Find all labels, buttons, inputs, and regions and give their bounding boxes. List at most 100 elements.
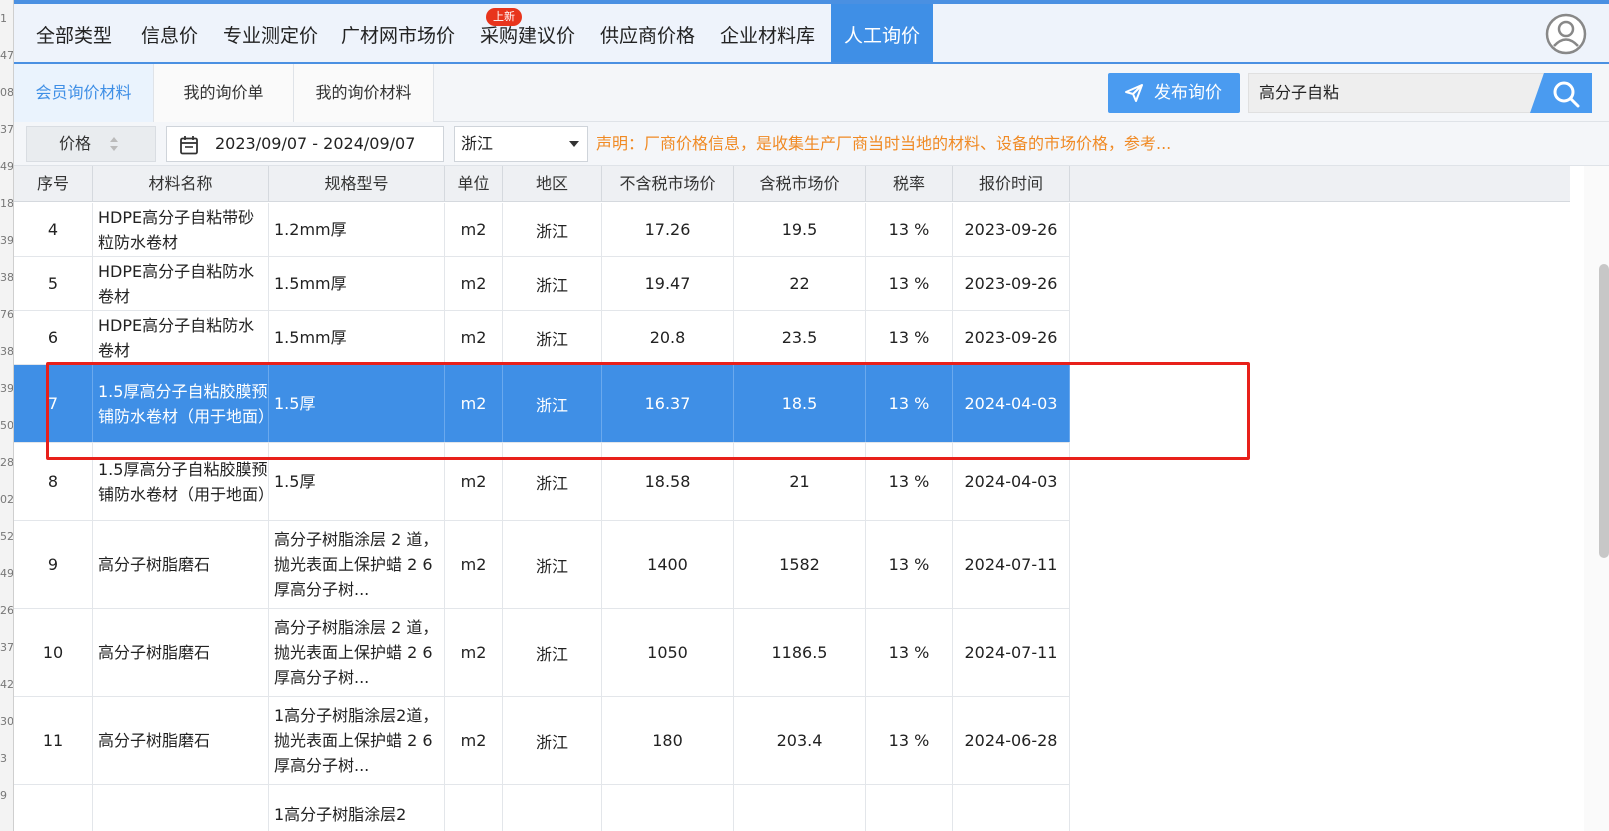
edge-number: 3 (0, 752, 7, 765)
edge-number: 39 (0, 382, 14, 395)
date-range-value: 2023/09/07 - 2024/09/07 (215, 134, 416, 153)
sub-tab-bar: 会员询价材料 我的询价单 我的询价材料 发布询价 高分子自粘 (14, 64, 1609, 122)
cell-spec: 1.5mm厚 (269, 257, 445, 310)
cell-no: 7 (14, 365, 93, 442)
price-sort-button[interactable]: 价格 (26, 126, 156, 162)
cell-price-ex-tax: 19.47 (602, 257, 734, 310)
cell-price-ex-tax: 180 (602, 697, 734, 784)
header-col-price-in-tax[interactable]: 含税市场价 (734, 166, 866, 202)
cell-region: 浙江 (503, 257, 602, 310)
cell-price-ex-tax: 18.58 (602, 443, 734, 520)
edge-number: 18 (0, 197, 14, 210)
cell-no: 4 (14, 203, 93, 256)
cell-price-in-tax: 21 (734, 443, 866, 520)
calendar-icon (180, 136, 198, 155)
cell-quote-date: 2023-09-26 (953, 257, 1070, 310)
tab-info-price[interactable]: 信息价 (141, 4, 203, 62)
cell-spec: 1.5厚 (269, 443, 445, 520)
cell-no: 6 (14, 311, 93, 364)
header-col-no[interactable]: 序号 (14, 166, 93, 202)
edge-number: 38 (0, 271, 14, 284)
subtab-my-inquiry-materials[interactable]: 我的询价材料 (294, 64, 434, 122)
date-range-picker[interactable]: 2023/09/07 - 2024/09/07 (166, 126, 444, 162)
table-row[interactable]: 10 高分子树脂磨石 高分子树脂涂层 2 道，抛光表面上保护蜡 2 6 厚高分子树.… (14, 609, 1070, 697)
publish-inquiry-button[interactable]: 发布询价 (1108, 73, 1240, 113)
cell-no: 9 (14, 521, 93, 608)
cell-unit: m2 (445, 311, 503, 364)
cell-price-in-tax: 18.5 (734, 365, 866, 442)
cell-region: 浙江 (503, 203, 602, 256)
edge-number: 9 (0, 789, 7, 802)
tab-manual-inquiry[interactable]: 人工询价 (831, 4, 933, 62)
header-col-spec[interactable]: 规格型号 (269, 166, 445, 202)
edge-number: 37 (0, 123, 14, 136)
sort-icon (110, 137, 118, 151)
cell-quote-date: 2023-09-26 (953, 311, 1070, 364)
edge-number: 1 (0, 12, 7, 25)
header-col-quote-date[interactable]: 报价时间 (953, 166, 1070, 202)
edge-number: 02 (0, 493, 14, 506)
header-col-region[interactable]: 地区 (503, 166, 602, 202)
table-row[interactable]: 4 HDPE高分子自粘带砂粒防水卷材 1.2mm厚 m2 浙江 17.26 19.5 13 %… (14, 203, 1070, 257)
table-row[interactable]: 9 高分子树脂磨石 高分子树脂涂层 2 道，抛光表面上保护蜡 2 6 厚高分子树..… (14, 521, 1070, 609)
tab-all-types[interactable]: 全部类型 (36, 4, 120, 62)
results-table: 序号 材料名称 规格型号 单位 地区 不含税市场价 含税市场价 税率 报价时间 4 HDPE高分子… (14, 166, 1584, 831)
new-badge: 上新 (486, 8, 522, 26)
publish-inquiry-label: 发布询价 (1154, 83, 1222, 103)
cell-material-name: 1.5厚高分子自粘胶膜预铺防水卷材（用于地面） (93, 443, 274, 520)
left-edge-strip: 1 47 08 37 49 18 39 38 76 38 39 50 28 02 52 49 26 37 42 30 3… (0, 0, 14, 831)
edge-number: 76 (0, 308, 14, 321)
cell-spec: 1.2mm厚 (269, 203, 445, 256)
cell-spec: 高分子树脂涂层 2 道，抛光表面上保护蜡 2 6 厚高分子树... (269, 521, 445, 608)
edge-number: 28 (0, 456, 14, 469)
table-row[interactable]: 1高分子树脂涂层2 (14, 785, 1070, 831)
cell-no: 10 (14, 609, 93, 696)
cell-region (503, 785, 602, 831)
edge-number: 52 (0, 530, 14, 543)
cell-unit: m2 (445, 365, 503, 442)
edge-number: 08 (0, 86, 14, 99)
table-row[interactable]: 5 HDPE高分子自粘防水卷材 1.5mm厚 m2 浙江 19.47 22 13 % 2023-… (14, 257, 1070, 311)
tab-gcw-market-price[interactable]: 广材网市场价 (341, 4, 465, 62)
cell-material-name: HDPE高分子自粘防水卷材 (93, 257, 269, 310)
edge-number: 49 (0, 160, 14, 173)
subtab-my-inquiry-orders[interactable]: 我的询价单 (154, 64, 294, 122)
scrollbar-thumb[interactable] (1599, 264, 1609, 558)
tab-professional-price[interactable]: 专业测定价 (223, 4, 327, 62)
price-sort-label: 价格 (59, 134, 92, 153)
table-row[interactable]: 11 高分子树脂磨石 1高分子树脂涂层2道，抛光表面上保护蜡 2 6厚高分子树...… (14, 697, 1070, 785)
cell-no: 5 (14, 257, 93, 310)
header-col-unit[interactable]: 单位 (445, 166, 503, 202)
region-select[interactable]: 浙江 (454, 126, 588, 162)
cell-unit: m2 (445, 257, 503, 310)
cell-price-ex-tax: 1400 (602, 521, 734, 608)
top-nav: 全部类型 信息价 专业测定价 广材网市场价 采购建议价 上新 供应商价格 企业材… (14, 0, 1609, 64)
cell-spec: 1.5mm厚 (269, 311, 445, 364)
header-col-price-ex-tax[interactable]: 不含税市场价 (602, 166, 734, 202)
cell-material-name: 高分子树脂磨石 (93, 521, 269, 608)
tab-enterprise-library[interactable]: 企业材料库 (720, 4, 824, 62)
region-select-value: 浙江 (461, 134, 494, 153)
cell-unit: m2 (445, 609, 503, 696)
header-col-material-name[interactable]: 材料名称 (93, 166, 269, 202)
cell-price-in-tax: 1582 (734, 521, 866, 608)
table-row[interactable]: 6 HDPE高分子自粘防水卷材 1.5mm厚 m2 浙江 20.8 23.5 13 % 2023… (14, 311, 1070, 365)
cell-tax-rate: 13 % (866, 203, 953, 256)
table-row[interactable]: 7 1.5厚高分子自粘胶膜预铺防水卷材（用于地面） 1.5厚 m2 浙江 16.37 18.… (14, 365, 1070, 443)
cell-quote-date: 2024-04-03 (953, 443, 1070, 520)
cell-unit: m2 (445, 697, 503, 784)
edge-number: 49 (0, 567, 14, 580)
cell-tax-rate: 13 % (866, 697, 953, 784)
cell-spec: 1.5厚 (269, 365, 445, 442)
cell-region: 浙江 (503, 609, 602, 696)
avatar-icon[interactable] (1545, 13, 1587, 55)
cell-region: 浙江 (503, 365, 602, 442)
subtab-member-inquiry[interactable]: 会员询价材料 (14, 64, 154, 122)
cell-price-in-tax: 22 (734, 257, 866, 310)
table-row[interactable]: 8 1.5厚高分子自粘胶膜预铺防水卷材（用于地面） 1.5厚 m2 浙江 18.58 21 1… (14, 443, 1070, 521)
tab-supplier-price[interactable]: 供应商价格 (600, 4, 704, 62)
header-col-tax-rate[interactable]: 税率 (866, 166, 953, 202)
search-input[interactable]: 高分子自粘 (1248, 73, 1544, 113)
cell-material-name: 高分子树脂磨石 (93, 609, 269, 696)
filter-bar: 价格 2023/09/07 - 2024/09/07 浙江 声明：厂商价格信息，… (14, 122, 1609, 166)
